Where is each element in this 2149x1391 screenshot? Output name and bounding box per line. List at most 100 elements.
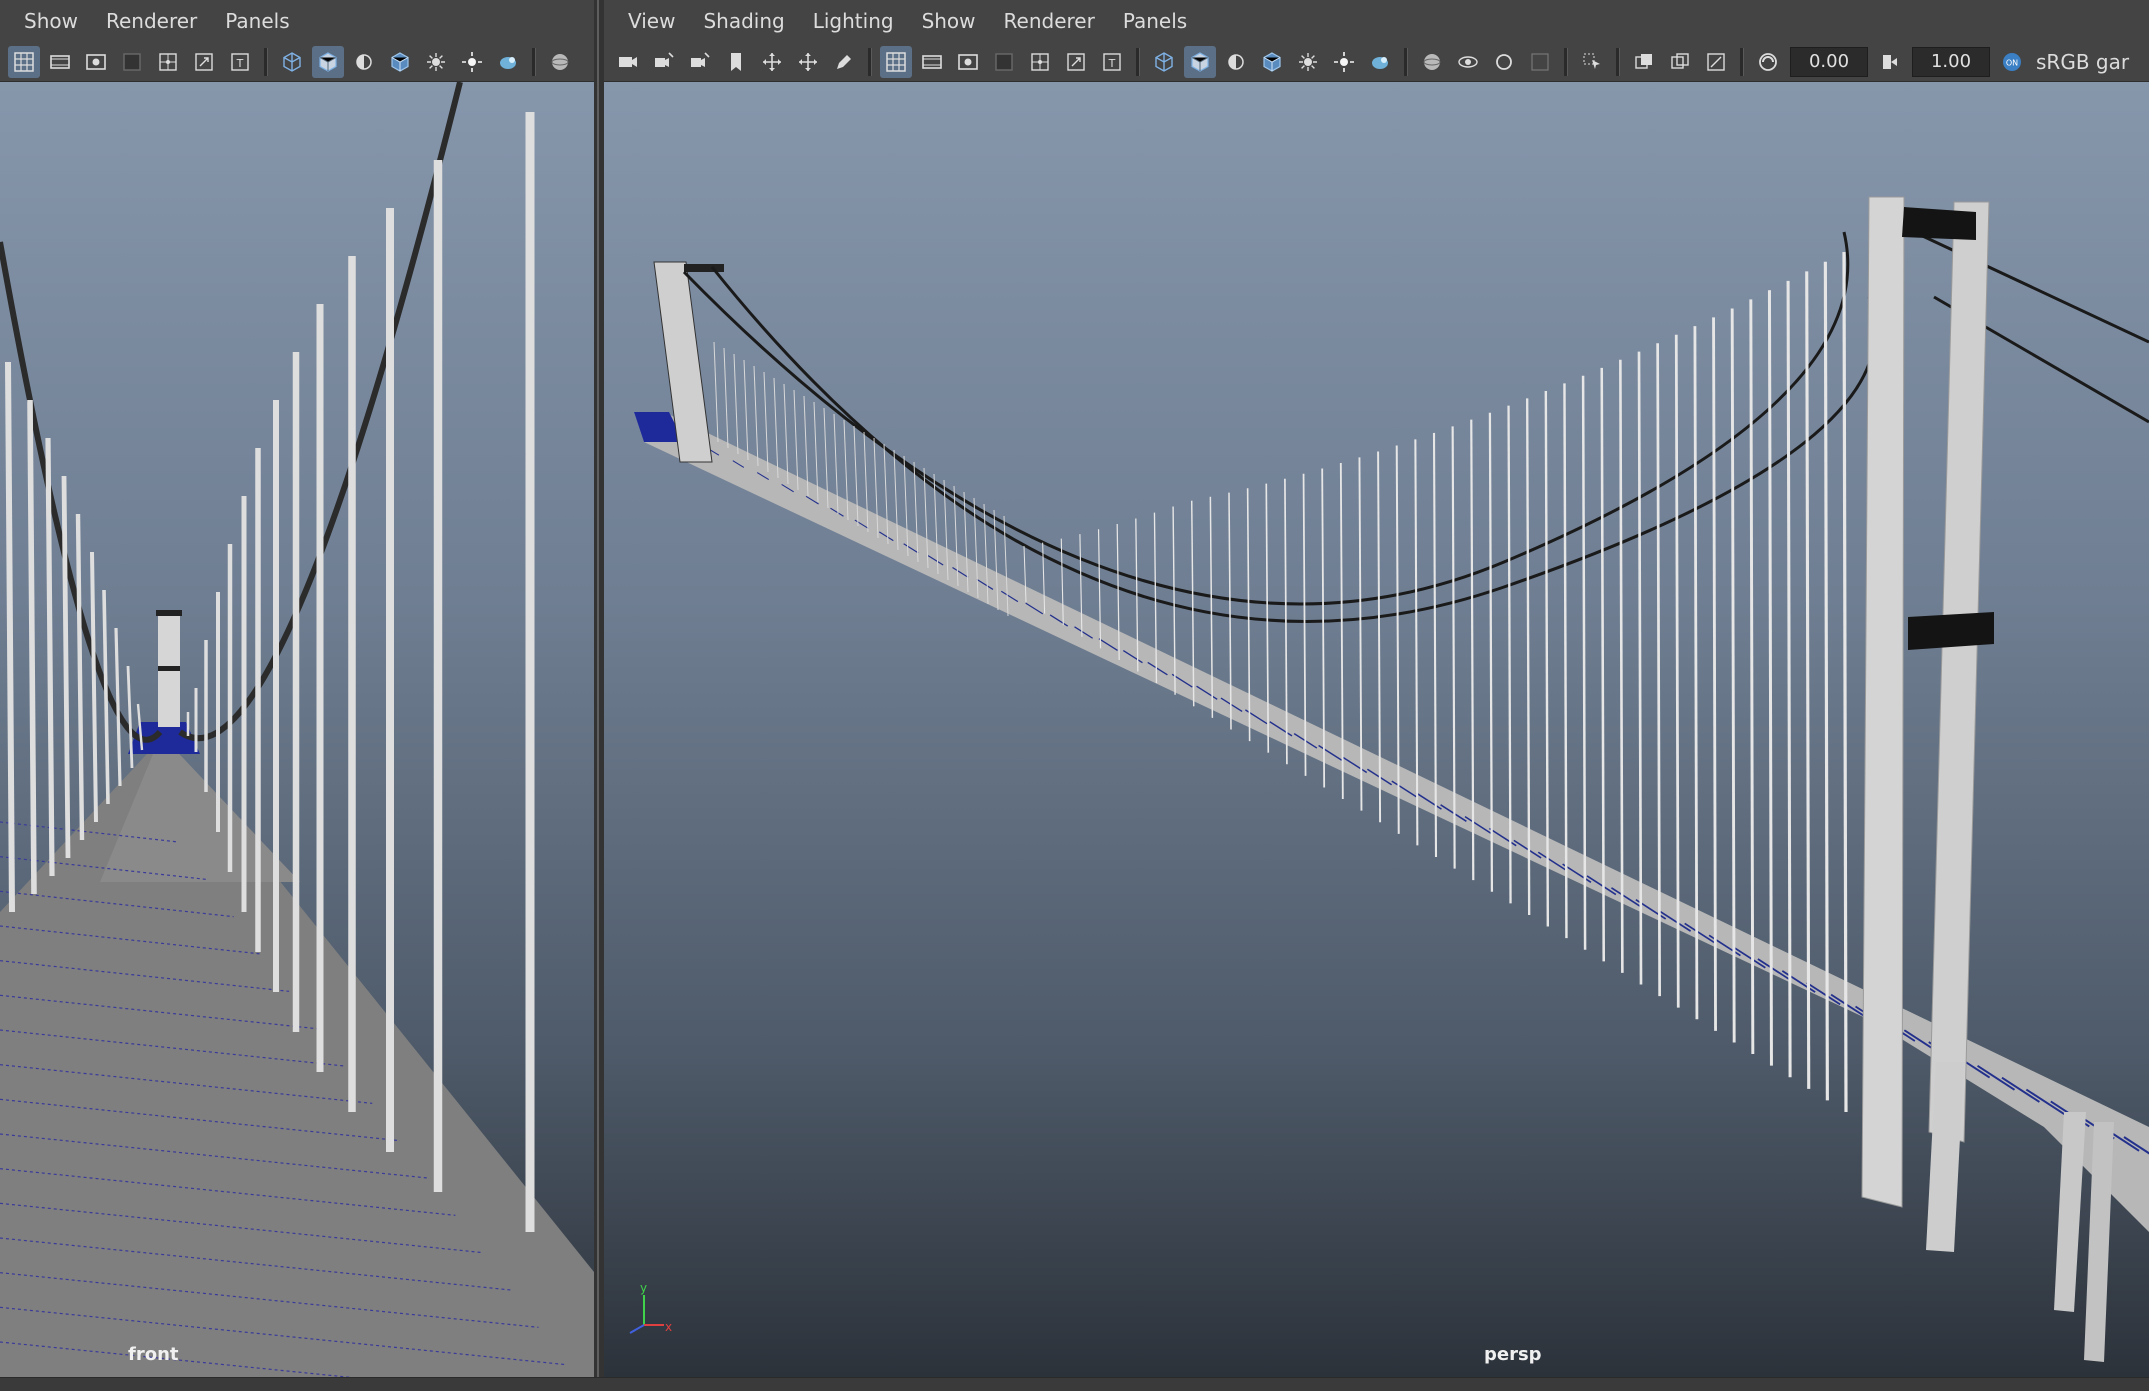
- wireframe-icon[interactable]: [1148, 46, 1180, 78]
- suspender-cable: [1693, 326, 1699, 1020]
- field-chart-icon[interactable]: [1024, 46, 1056, 78]
- film-gate-icon[interactable]: [916, 46, 948, 78]
- near-tower-pylon-right: [1928, 201, 1990, 1143]
- safe-action-icon[interactable]: [188, 46, 220, 78]
- ambient-occlusion-icon[interactable]: [1664, 46, 1696, 78]
- main-cable-front: [710, 266, 1877, 623]
- menu-panels[interactable]: Panels: [211, 0, 303, 42]
- persp-bridge-scene: [634, 196, 2149, 1362]
- menu-view[interactable]: View: [614, 0, 689, 42]
- exposure-icon[interactable]: [1752, 46, 1784, 78]
- toolbar-separator: [1404, 47, 1408, 76]
- bookmark-icon[interactable]: [720, 46, 752, 78]
- gamma-field[interactable]: 1.00: [1912, 46, 1990, 77]
- xray-joints-icon[interactable]: [1452, 46, 1484, 78]
- safe-title-icon[interactable]: T: [224, 46, 256, 78]
- xray-icon[interactable]: [492, 46, 524, 78]
- gate-mask-icon[interactable]: [116, 46, 148, 78]
- suspender-cable: [1823, 261, 1829, 1101]
- textured-icon[interactable]: [1256, 46, 1288, 78]
- toolbar-separator: [532, 47, 536, 76]
- front-viewport[interactable]: front: [0, 82, 594, 1377]
- axis-y-label: y: [640, 1281, 647, 1295]
- hud-icon[interactable]: [1524, 46, 1556, 78]
- suspender-cable: [1712, 317, 1717, 1031]
- film-gate-icon[interactable]: [44, 46, 76, 78]
- persp-viewport[interactable]: y x persp: [604, 82, 2149, 1377]
- suspender-cable: [1767, 290, 1773, 1066]
- main-cable-back: [682, 231, 1850, 606]
- xray-icon[interactable]: [1364, 46, 1396, 78]
- resolution-gate-icon[interactable]: [952, 46, 984, 78]
- grid-icon[interactable]: [880, 45, 912, 78]
- suspender-cable: [773, 377, 779, 479]
- camera-attributes-icon[interactable]: [684, 46, 716, 78]
- persp-panel: View Shading Lighting Show Renderer Pane…: [604, 0, 2149, 1377]
- gate-mask-icon[interactable]: [988, 46, 1020, 78]
- lights-icon[interactable]: [456, 46, 488, 78]
- smooth-shade-icon[interactable]: [1184, 45, 1216, 78]
- camera-attributes-icon[interactable]: [648, 46, 680, 78]
- toolbar-separator: [868, 47, 872, 76]
- toolbar-separator: [1136, 47, 1140, 76]
- shadows-icon[interactable]: [1292, 46, 1324, 78]
- field-chart-icon[interactable]: [152, 46, 184, 78]
- suspender-cable: [1786, 280, 1792, 1078]
- suspender-cable: [114, 627, 122, 787]
- color-management-toggle-icon[interactable]: ON: [1996, 46, 2028, 78]
- grid-icon[interactable]: [8, 45, 40, 78]
- wireframe-icon[interactable]: [276, 46, 308, 78]
- suspender-cable: [1730, 308, 1736, 1043]
- side-span-cable-back: [1913, 230, 2149, 344]
- textured-icon[interactable]: [384, 46, 416, 78]
- tower-top-beam: [1902, 207, 1976, 240]
- motion-blur-icon[interactable]: [1700, 46, 1732, 78]
- maya-viewport-window: Show Renderer Panels T front View Shadin…: [0, 0, 2149, 1391]
- menu-panels[interactable]: Panels: [1109, 0, 1201, 42]
- front-bridge-scene: [0, 82, 594, 1377]
- persp-panel-menubar: View Shading Lighting Show Renderer Pane…: [604, 0, 2149, 42]
- suspender-cable: [1749, 299, 1755, 1055]
- two-sided-icon[interactable]: [1628, 46, 1660, 78]
- gamma-icon[interactable]: [1874, 46, 1906, 78]
- color-space-label[interactable]: sRGB gar: [2036, 50, 2129, 74]
- lights-icon[interactable]: [1328, 46, 1360, 78]
- suspender-cable: [763, 371, 769, 473]
- default-lighting-icon[interactable]: [348, 46, 380, 78]
- suspender-cable: [75, 513, 85, 841]
- menu-shading[interactable]: Shading: [689, 0, 798, 42]
- resolution-gate-icon[interactable]: [80, 46, 112, 78]
- safe-title-icon[interactable]: T: [1096, 46, 1128, 78]
- suspender-cable: [27, 399, 37, 895]
- suspender-cable: [90, 551, 98, 823]
- suspender-cable: [713, 341, 719, 443]
- grease-pencil-icon[interactable]: [828, 46, 860, 78]
- toolbar-separator: [1740, 47, 1744, 76]
- menu-renderer[interactable]: Renderer: [990, 0, 1109, 42]
- tower-mid-beam: [1908, 612, 1994, 650]
- front-panel-toolbar: T: [0, 42, 594, 82]
- axis-x-label: x: [665, 1320, 672, 1334]
- isolate-icon[interactable]: [544, 46, 576, 78]
- panel-divider[interactable]: [594, 0, 604, 1391]
- default-lighting-icon[interactable]: [1220, 46, 1252, 78]
- isolate-icon[interactable]: [1416, 46, 1448, 78]
- suspender-cable: [102, 589, 110, 805]
- safe-action-icon[interactable]: [1060, 46, 1092, 78]
- backface-icon[interactable]: [1488, 46, 1520, 78]
- camera-icon[interactable]: [612, 46, 644, 78]
- pan-icon[interactable]: [792, 46, 824, 78]
- smooth-shade-icon[interactable]: [312, 45, 344, 78]
- select-camera-icon[interactable]: [1576, 46, 1608, 78]
- menu-lighting[interactable]: Lighting: [799, 0, 908, 42]
- exposure-field[interactable]: 0.00: [1790, 46, 1868, 77]
- suspender-cable: [733, 353, 739, 455]
- pan-icon[interactable]: [756, 46, 788, 78]
- shadows-icon[interactable]: [420, 46, 452, 78]
- far-tower-beam: [684, 264, 724, 272]
- menu-renderer[interactable]: Renderer: [92, 0, 211, 42]
- menu-show[interactable]: Show: [10, 0, 92, 42]
- tower-mid-beam: [158, 666, 180, 671]
- bridge-deck: [634, 412, 2149, 1232]
- menu-show[interactable]: Show: [908, 0, 990, 42]
